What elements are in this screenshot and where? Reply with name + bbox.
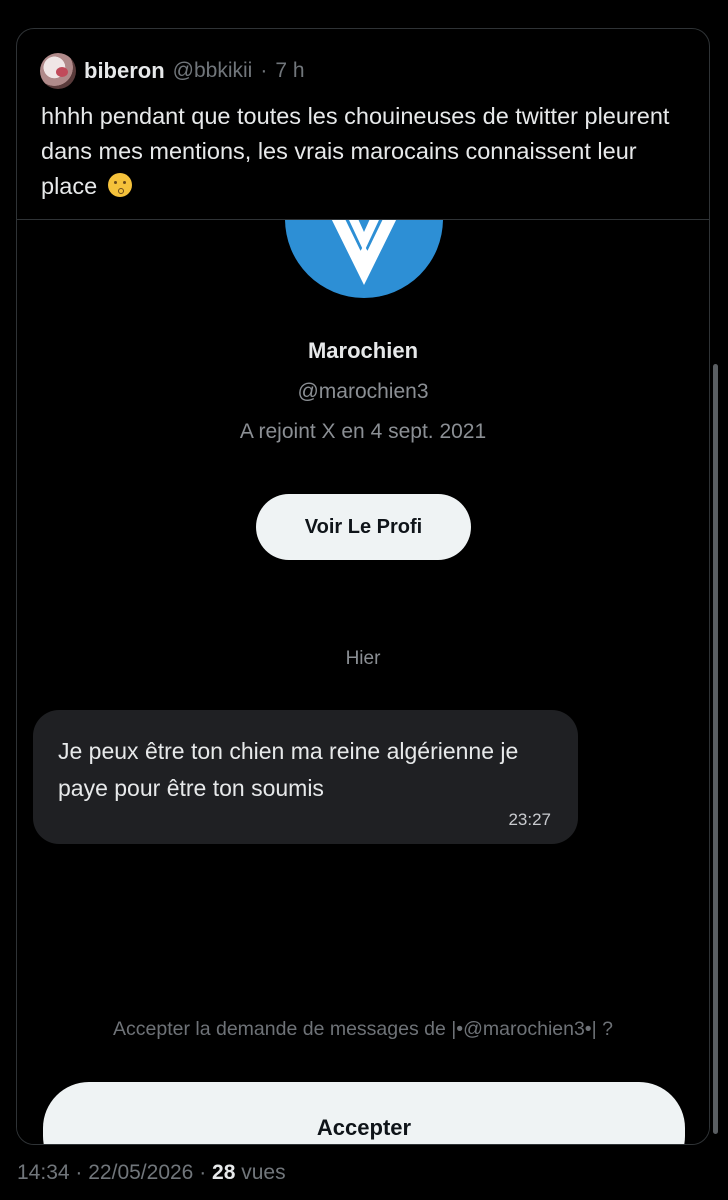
- view-profile-button[interactable]: Voir Le Profi: [256, 494, 471, 560]
- separator-dot: ·: [75, 1161, 83, 1184]
- views-label: vues: [241, 1161, 286, 1184]
- tweet-text-content: hhhh pendant que toutes les chouineuses …: [41, 103, 670, 199]
- scrollbar[interactable]: [713, 364, 718, 1134]
- message-time: 23:27: [508, 810, 551, 829]
- profile-joined-date: A rejoint X en 4 sept. 2021: [239, 420, 487, 443]
- post-date[interactable]: 22/05/2026: [88, 1161, 193, 1184]
- separator-dot: ·: [260, 59, 268, 82]
- profile-name: Marochien: [307, 338, 419, 363]
- profile-handle: @marochien3: [297, 380, 429, 403]
- message-request-prompt: Accepter la demande de messages de |•@ma…: [113, 1018, 613, 1040]
- author-handle[interactable]: @bbkikii: [173, 59, 253, 83]
- separator-dot: ·: [199, 1161, 207, 1184]
- kissing-face-emoji-icon: [107, 173, 132, 197]
- day-separator: Hier: [345, 648, 381, 669]
- om-logo-icon: [285, 220, 443, 298]
- message-bubble: Je peux être ton chien ma reine algérien…: [33, 710, 578, 844]
- tweet-text: hhhh pendant que toutes les chouineuses …: [41, 99, 696, 204]
- accept-button[interactable]: Accepter: [43, 1082, 685, 1144]
- quoted-tweet-card[interactable]: biberon @bbkikii · 7 h hhhh pendant que …: [16, 28, 710, 1145]
- embedded-screenshot[interactable]: Marochien @marochien3 A rejoint X en 4 s…: [17, 219, 709, 1144]
- views-count: 28: [212, 1161, 236, 1184]
- author-avatar[interactable]: [40, 53, 76, 89]
- tweet-meta: 14:34 · 22/05/2026 · 28 vues: [17, 1161, 286, 1185]
- message-text: Je peux être ton chien ma reine algérien…: [58, 738, 519, 801]
- tweet-time[interactable]: 7 h: [275, 59, 304, 83]
- tweet-header: biberon @bbkikii · 7 h: [40, 53, 305, 89]
- author-name[interactable]: biberon: [84, 58, 165, 84]
- post-time[interactable]: 14:34: [17, 1161, 70, 1184]
